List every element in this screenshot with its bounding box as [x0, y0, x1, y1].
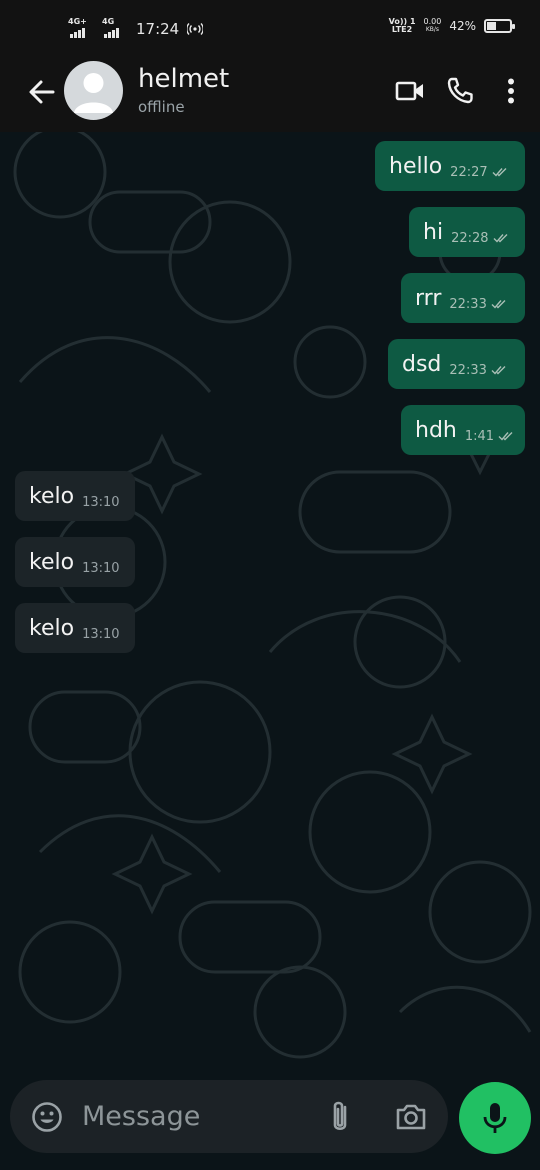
- read-ticks-icon: [491, 300, 506, 309]
- message-text: hdh: [415, 417, 457, 443]
- network-type-1: 4G+: [68, 17, 87, 26]
- message-time: 1:41: [464, 428, 495, 444]
- message-meta: 22:33: [449, 297, 506, 312]
- emoji-icon[interactable]: [30, 1100, 64, 1134]
- message-time: 22:28: [451, 230, 489, 246]
- signal-1-icon: 4G+: [68, 17, 94, 40]
- more-options-icon[interactable]: [494, 74, 528, 108]
- message-input[interactable]: [82, 1096, 312, 1136]
- message-time: 13:10: [82, 494, 120, 510]
- outgoing-message[interactable]: hdh 1:41: [401, 405, 525, 455]
- message-meta: 22:28: [451, 231, 508, 246]
- message-meta: 13:10: [82, 561, 119, 576]
- message-text: hello: [389, 153, 443, 179]
- outgoing-message[interactable]: hello 22:27: [375, 141, 525, 191]
- read-ticks-icon: [492, 168, 507, 177]
- incoming-message[interactable]: kelo 13:10: [15, 537, 135, 587]
- message-time: 22:33: [449, 296, 487, 312]
- message-meta: 1:41: [465, 429, 514, 444]
- read-ticks-icon: [493, 234, 508, 243]
- incoming-message[interactable]: kelo 13:10: [15, 603, 135, 653]
- message-meta: 13:10: [82, 627, 119, 642]
- battery-percent: 42%: [449, 19, 476, 33]
- message-text: kelo: [29, 483, 75, 509]
- voice-call-icon[interactable]: [443, 74, 477, 108]
- mic-button[interactable]: [459, 1082, 531, 1154]
- mic-icon: [483, 1103, 507, 1133]
- status-right: Vo)) 1 LTE2 0.00 KB/s 42%: [388, 17, 515, 34]
- message-time: 22:27: [450, 164, 488, 180]
- camera-icon[interactable]: [394, 1100, 428, 1134]
- avatar[interactable]: [64, 61, 123, 120]
- attach-icon[interactable]: [326, 1098, 354, 1136]
- clock: 17:24: [136, 20, 180, 38]
- outgoing-message[interactable]: hi 22:28: [409, 207, 525, 257]
- read-ticks-icon: [498, 432, 513, 441]
- contact-name[interactable]: helmet: [138, 64, 229, 94]
- status-left: 4G+ 4G 17:24: [68, 17, 204, 40]
- incoming-message[interactable]: kelo 13:10: [15, 471, 135, 521]
- outgoing-message[interactable]: dsd 22:33: [388, 339, 525, 389]
- message-input-container[interactable]: [10, 1080, 448, 1153]
- message-time: 13:10: [82, 560, 120, 576]
- volte-indicator: Vo)) 1 LTE2: [388, 17, 416, 34]
- message-text: dsd: [402, 351, 442, 377]
- outgoing-message[interactable]: rrr 22:33: [401, 273, 525, 323]
- network-speed: 0.00 KB/s: [423, 17, 442, 34]
- message-text: hi: [423, 219, 444, 245]
- message-text: kelo: [29, 615, 75, 641]
- message-meta: 22:27: [450, 165, 507, 180]
- status-bar: 4G+ 4G 17:24 Vo)) 1 LTE2 0.00 KB/s 42%: [0, 0, 540, 58]
- hotspot-icon: [187, 23, 204, 35]
- message-time: 13:10: [82, 626, 120, 642]
- contact-status: offline: [138, 98, 185, 116]
- message-time: 22:33: [449, 362, 487, 378]
- back-arrow-icon[interactable]: [26, 76, 58, 108]
- network-type-2: 4G: [102, 17, 115, 26]
- chat-area[interactable]: hello 22:27 hi 22:28 rrr 22:33 dsd 22:33 hdh 1:41…: [0, 132, 540, 1080]
- signal-2-icon: 4G: [102, 17, 128, 40]
- read-ticks-icon: [491, 366, 506, 375]
- chat-header: helmet offline: [0, 58, 540, 132]
- battery-icon: [484, 19, 515, 33]
- video-call-icon[interactable]: [393, 74, 427, 108]
- message-meta: 22:33: [449, 363, 506, 378]
- message-meta: 13:10: [82, 495, 119, 510]
- message-text: rrr: [415, 285, 442, 311]
- message-text: kelo: [29, 549, 75, 575]
